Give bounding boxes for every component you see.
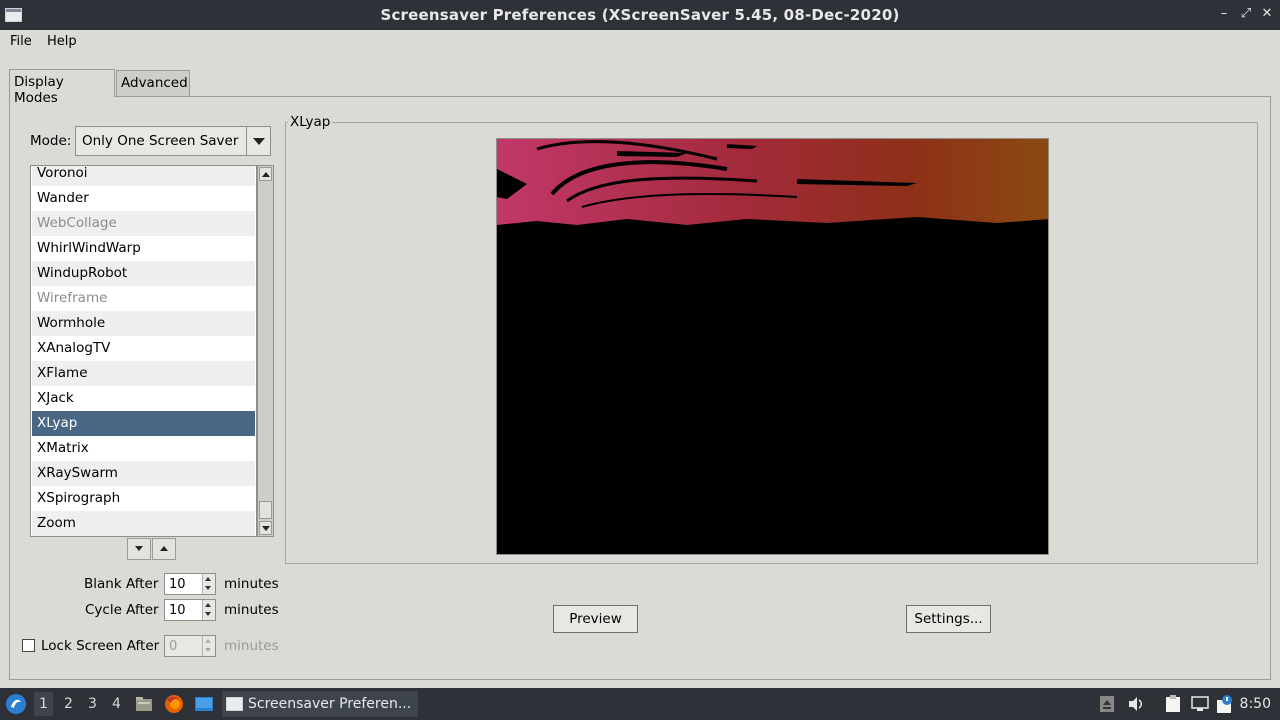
workspace-2[interactable]: 2 bbox=[64, 696, 73, 712]
list-item[interactable]: Zoom bbox=[32, 511, 255, 536]
spin-buttons[interactable] bbox=[202, 636, 215, 656]
list-item[interactable]: Voronoi bbox=[32, 166, 255, 186]
spin-down-icon[interactable] bbox=[205, 612, 211, 616]
maximize-button[interactable]: ⤢ bbox=[1237, 5, 1255, 23]
lock-screen-units: minutes bbox=[224, 638, 279, 654]
window-app-icon bbox=[226, 697, 243, 711]
spin-down-icon[interactable] bbox=[205, 648, 211, 652]
blank-after-spinner[interactable]: 10 bbox=[164, 573, 216, 595]
list-item[interactable]: WindupRobot bbox=[32, 261, 255, 286]
mode-dropdown-value: Only One Screen Saver bbox=[82, 133, 239, 149]
menu-file[interactable]: File bbox=[10, 34, 32, 49]
xlyap-preview-image bbox=[497, 139, 1048, 225]
cycle-after-spinner[interactable]: 10 bbox=[164, 599, 216, 621]
lock-screen-label[interactable]: Lock Screen After bbox=[41, 638, 159, 654]
file-manager-icon[interactable] bbox=[135, 695, 153, 713]
list-item[interactable]: Wormhole bbox=[32, 311, 255, 336]
menu-bar: File Help bbox=[0, 30, 1280, 54]
workspace-1[interactable]: 1 bbox=[34, 692, 53, 716]
blank-after-label: Blank After bbox=[84, 576, 159, 592]
list-item[interactable]: XFlame bbox=[32, 361, 255, 386]
clock[interactable]: 8:50 bbox=[1240, 696, 1271, 712]
tab-display-modes[interactable]: Display Modes bbox=[9, 69, 115, 106]
workspace-3[interactable]: 3 bbox=[88, 696, 97, 712]
taskbar: 1 2 3 4 Screensaver Preferen... 8:50 bbox=[0, 688, 1280, 720]
preview-group-title: XLyap bbox=[288, 114, 333, 130]
next-saver-button[interactable] bbox=[127, 538, 151, 560]
dropdown-arrow-box bbox=[246, 127, 270, 155]
mode-label: Mode: bbox=[30, 133, 72, 149]
screensaver-preview[interactable] bbox=[496, 138, 1049, 555]
desktop-icon[interactable] bbox=[194, 695, 214, 713]
spin-buttons[interactable] bbox=[202, 600, 215, 620]
list-item[interactable]: Wireframe bbox=[32, 286, 255, 311]
notification-icon[interactable] bbox=[1215, 695, 1233, 715]
tray-eject-icon[interactable] bbox=[1099, 695, 1115, 713]
lock-screen-value: 0 bbox=[169, 639, 178, 654]
list-item[interactable]: Wander bbox=[32, 186, 255, 211]
firefox-icon[interactable] bbox=[164, 694, 184, 714]
workspace-4[interactable]: 4 bbox=[112, 696, 121, 712]
lock-screen-checkbox[interactable] bbox=[22, 639, 35, 652]
screensaver-list[interactable]: Voronoi Wander WebCollage WhirlWindWarp Wind… bbox=[30, 165, 257, 537]
window-title: Screensaver Preferences (XScreenSaver 5.… bbox=[380, 6, 900, 24]
spin-up-icon[interactable] bbox=[205, 577, 211, 581]
list-item[interactable]: XRaySwarm bbox=[32, 461, 255, 486]
chevron-down-icon bbox=[253, 138, 265, 145]
cycle-after-value: 10 bbox=[169, 603, 186, 618]
list-item[interactable]: XAnalogTV bbox=[32, 336, 255, 361]
menu-help[interactable]: Help bbox=[47, 34, 77, 49]
network-icon[interactable] bbox=[1190, 695, 1210, 713]
list-item[interactable]: XJack bbox=[32, 386, 255, 411]
lock-screen-spinner[interactable]: 0 bbox=[164, 635, 216, 657]
scrollbar-thumb[interactable] bbox=[259, 501, 272, 519]
spin-buttons[interactable] bbox=[202, 574, 215, 594]
spin-down-icon[interactable] bbox=[205, 586, 211, 590]
scroll-up-arrow-icon[interactable] bbox=[259, 167, 272, 181]
close-button[interactable]: ✕ bbox=[1258, 5, 1276, 23]
spin-up-icon[interactable] bbox=[205, 639, 211, 643]
mode-dropdown[interactable]: Only One Screen Saver bbox=[75, 126, 271, 156]
taskbar-task-screensaver[interactable]: Screensaver Preferen... bbox=[222, 691, 418, 717]
start-menu-icon[interactable] bbox=[5, 693, 27, 715]
list-scrollbar[interactable] bbox=[257, 165, 274, 537]
cycle-after-label: Cycle After bbox=[85, 602, 159, 618]
previous-saver-button[interactable] bbox=[152, 538, 176, 560]
clipboard-icon[interactable] bbox=[1163, 695, 1183, 713]
list-item[interactable]: WhirlWindWarp bbox=[32, 236, 255, 261]
scroll-down-arrow-icon[interactable] bbox=[259, 521, 272, 535]
list-item[interactable]: WebCollage bbox=[32, 211, 255, 236]
taskbar-task-label: Screensaver Preferen... bbox=[248, 696, 412, 712]
settings-button[interactable]: Settings... bbox=[906, 605, 991, 633]
tab-advanced[interactable]: Advanced bbox=[116, 70, 190, 96]
volume-icon[interactable] bbox=[1127, 695, 1145, 713]
list-item[interactable]: XSpirograph bbox=[32, 486, 255, 511]
blank-after-value: 10 bbox=[169, 577, 186, 592]
cycle-after-units: minutes bbox=[224, 602, 279, 618]
spin-up-icon[interactable] bbox=[205, 603, 211, 607]
list-item[interactable]: XMatrix bbox=[32, 436, 255, 461]
blank-after-units: minutes bbox=[224, 576, 279, 592]
list-item[interactable]: XLyap bbox=[32, 411, 255, 436]
preview-button[interactable]: Preview bbox=[553, 605, 638, 633]
minimize-button[interactable]: – bbox=[1215, 5, 1233, 23]
window-titlebar[interactable]: Screensaver Preferences (XScreenSaver 5.… bbox=[0, 0, 1280, 30]
